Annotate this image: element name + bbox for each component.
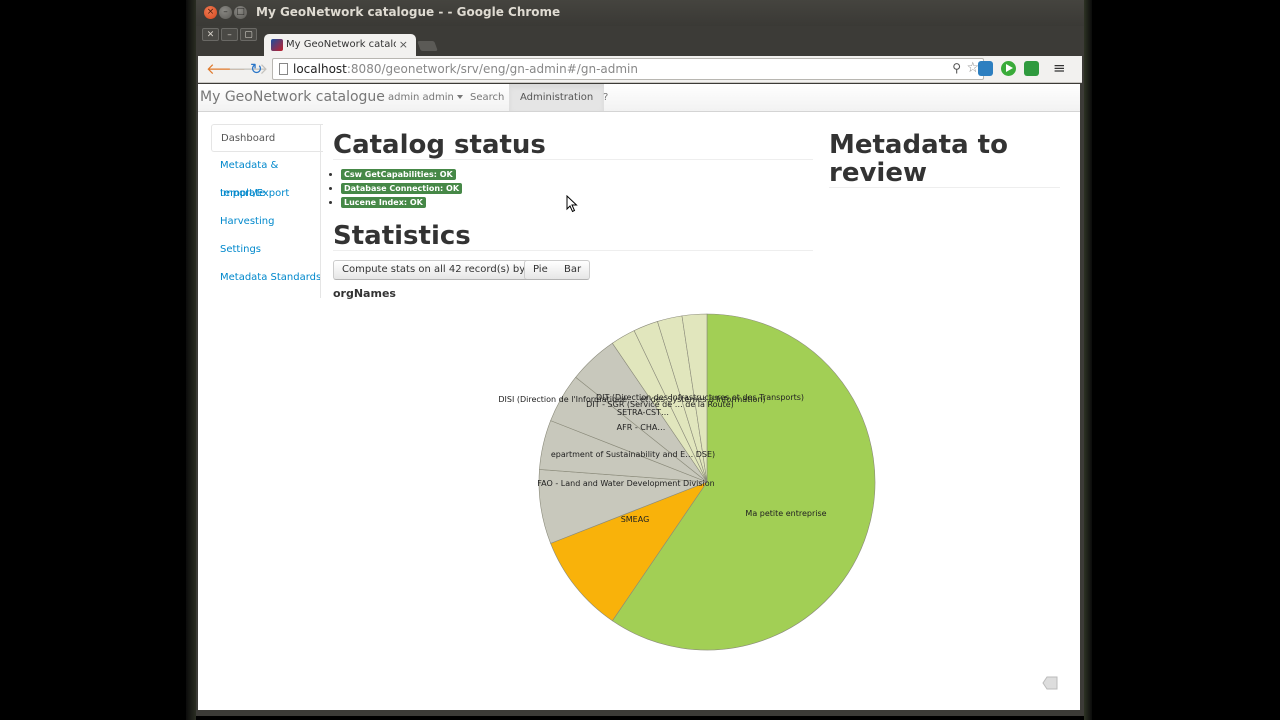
eraser-icon bbox=[1042, 676, 1058, 690]
page-icon bbox=[279, 63, 288, 75]
extension-screenshot-icon[interactable] bbox=[978, 61, 993, 76]
desktop-edge-left bbox=[186, 0, 196, 720]
metadata-review-heading-line1: Metadata to bbox=[829, 130, 1008, 160]
close-icon[interactable]: ✕ bbox=[202, 28, 219, 41]
window-title: My GeoNetwork catalogue - - Google Chrom… bbox=[256, 5, 561, 19]
window-maximize-button[interactable]: □ bbox=[234, 6, 247, 19]
address-bar[interactable]: localhost:8080/geonetwork/srv/eng/gn-adm… bbox=[272, 58, 984, 80]
new-tab-button[interactable] bbox=[417, 41, 438, 51]
window-titlebar[interactable]: × – □ My GeoNetwork catalogue - - Google… bbox=[196, 0, 1084, 26]
extension-check-icon[interactable] bbox=[1024, 61, 1039, 76]
pie-chart: Ma petite entreprise SMEAG FAO - Land and … bbox=[498, 313, 876, 651]
tab-close-icon[interactable]: × bbox=[399, 38, 408, 51]
tab-strip: ✕ – ▢ My GeoNetwork catalogue × bbox=[196, 26, 1084, 56]
mouse-cursor-icon bbox=[566, 195, 578, 213]
pie-slice-label: DIT (Direction des Infrastructures et de… bbox=[596, 393, 804, 402]
browser-tab[interactable]: My GeoNetwork catalogue × bbox=[264, 34, 416, 56]
divider bbox=[829, 187, 1060, 188]
metadata-review-heading-line2: review bbox=[829, 158, 927, 188]
page-viewport: My GeoNetwork catalogue admin admin Sear… bbox=[198, 84, 1080, 710]
url-text[interactable]: localhost:8080/geonetwork/srv/eng/gn-adm… bbox=[293, 62, 638, 76]
tab-label: My GeoNetwork catalogue bbox=[286, 39, 396, 50]
geonetwork-favicon-icon bbox=[271, 39, 283, 51]
pie-slice-label: SETRA-CST… bbox=[617, 408, 669, 417]
chrome-menu-icon[interactable]: ≡ bbox=[1053, 59, 1066, 77]
pie-slice-label: AFR - CHA… bbox=[617, 423, 666, 432]
browser-window: × – □ My GeoNetwork catalogue - - Google… bbox=[196, 0, 1084, 716]
pie-slice-label: epartment of Sustainability and E… DSE) bbox=[551, 450, 715, 459]
search-icon[interactable]: ⚲ bbox=[952, 61, 961, 75]
pie-slice-label: SMEAG bbox=[621, 515, 650, 524]
extension-play-icon[interactable] bbox=[1001, 61, 1016, 76]
desktop-background-right bbox=[1084, 0, 1280, 720]
window-minimize-button[interactable]: – bbox=[219, 6, 232, 19]
desktop-background-left bbox=[0, 0, 196, 720]
desktop-edge-right bbox=[1084, 0, 1092, 720]
pie-slice-label: Ma petite entreprise bbox=[745, 509, 826, 518]
restore-icon[interactable]: ▢ bbox=[240, 28, 257, 41]
minimize-icon[interactable]: – bbox=[221, 28, 238, 41]
window-close-button[interactable]: × bbox=[204, 6, 217, 19]
pie-slice-label: FAO - Land and Water Development Divisio… bbox=[537, 479, 714, 488]
browser-toolbar: 🡐 🡒 ↻ localhost:8080/geonetwork/srv/eng/… bbox=[198, 56, 1082, 83]
reload-icon[interactable]: ↻ bbox=[250, 60, 263, 78]
